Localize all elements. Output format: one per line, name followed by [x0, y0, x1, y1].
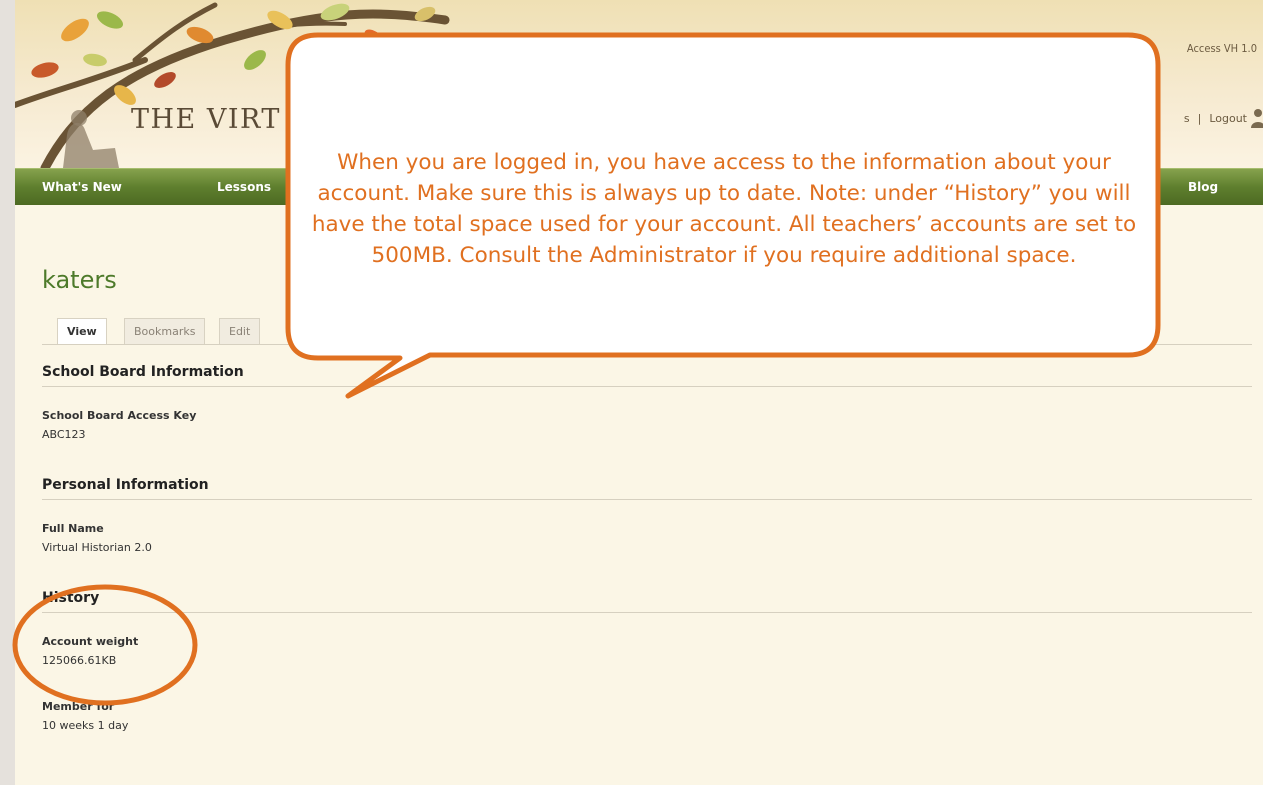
field-label-member-for: Member for: [42, 700, 115, 713]
section-history: History: [42, 590, 1252, 613]
user-icon: [1251, 109, 1263, 128]
field-value-account-weight: 125066.61KB: [42, 654, 117, 667]
section-school-board: School Board Information: [42, 364, 1252, 387]
field-value-full-name: Virtual Historian 2.0: [42, 541, 152, 554]
access-vh-link[interactable]: Access VH 1.0: [1187, 42, 1257, 55]
field-value-member-for: 10 weeks 1 day: [42, 719, 129, 732]
nav-item-whats-new[interactable]: What's New: [42, 169, 122, 205]
tab-bookmarks[interactable]: Bookmarks: [124, 318, 206, 344]
user-link-partial[interactable]: s: [1184, 112, 1190, 125]
slide-left-margin: [0, 0, 15, 785]
profile-username: katers: [42, 266, 117, 294]
field-label-access-key: School Board Access Key: [42, 409, 197, 422]
logout-link[interactable]: Logout: [1209, 112, 1247, 125]
nav-item-lessons[interactable]: Lessons: [217, 169, 271, 205]
field-label-full-name: Full Name: [42, 522, 104, 535]
callout-text: When you are logged in, you have access …: [311, 150, 1137, 268]
link-separator: |: [1197, 112, 1202, 125]
nav-item-blog[interactable]: Blog: [1188, 169, 1218, 205]
section-personal: Personal Information: [42, 477, 1252, 500]
slide-frame: THE VIRT Access VH 1.0 s | Logout What's N…: [0, 0, 1263, 785]
field-label-account-weight: Account weight: [42, 635, 139, 648]
tab-view[interactable]: View: [57, 318, 107, 345]
user-links: s | Logout: [1180, 112, 1251, 125]
tab-edit[interactable]: Edit: [219, 318, 261, 344]
site-title[interactable]: THE VIRT: [131, 104, 281, 135]
field-value-access-key: ABC123: [42, 428, 86, 441]
